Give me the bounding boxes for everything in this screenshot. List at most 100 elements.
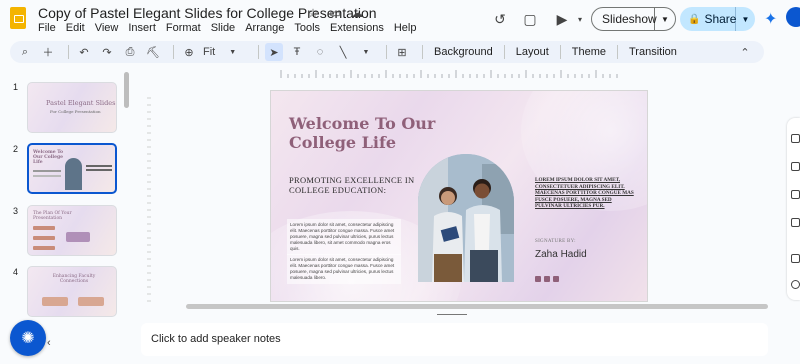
- comments-icon[interactable]: ▢: [519, 8, 541, 30]
- divider: [68, 45, 69, 59]
- slide-title[interactable]: Welcome To Our College Life: [289, 114, 459, 152]
- thumb-box: [42, 297, 68, 306]
- transition-button[interactable]: Transition: [629, 46, 677, 58]
- shape-icon[interactable]: ◌: [311, 43, 329, 61]
- slide-number: 2: [13, 144, 19, 154]
- facebook-icon: [535, 276, 541, 282]
- cloud-status-icon[interactable]: ☁: [350, 6, 364, 20]
- share-button[interactable]: 🔒 Share ▼: [680, 7, 755, 31]
- text-box-icon[interactable]: Ŧ: [288, 43, 306, 61]
- slideshow-button[interactable]: Slideshow ▼: [591, 7, 676, 31]
- contacts-icon[interactable]: [791, 218, 800, 227]
- layout-button[interactable]: Layout: [516, 46, 549, 58]
- lock-icon: 🔒: [688, 13, 701, 25]
- select-tool-icon[interactable]: ➤: [265, 43, 283, 61]
- speaker-notes-placeholder: Click to add speaker notes: [151, 333, 281, 345]
- thumb-bullet: [33, 236, 55, 240]
- slide-subtitle[interactable]: PROMOTING EXCELLENCE IN COLLEGE EDUCATIO…: [289, 175, 419, 195]
- zoom-select[interactable]: Fit ▼: [203, 43, 247, 61]
- new-slide-icon[interactable]: ＋: [39, 43, 57, 61]
- slide-paragraph-1[interactable]: Lorem ipsum dolor sit amet, consectetur …: [287, 219, 401, 255]
- move-folder-icon[interactable]: ▭: [328, 6, 342, 20]
- signature-label[interactable]: SIGNATURE BY:: [535, 239, 576, 244]
- thumb-text-line: [86, 169, 112, 171]
- search-menus-icon[interactable]: ⌕: [16, 43, 34, 61]
- slide-number: 3: [13, 206, 19, 216]
- calendar-icon[interactable]: [791, 134, 800, 143]
- avatar[interactable]: [786, 7, 800, 27]
- thumb-title: Enhancing Faculty Connections: [52, 274, 96, 284]
- slide-thumbnail-2[interactable]: Welcome To Our College Life: [27, 143, 117, 194]
- paint-format-icon[interactable]: ⛏: [144, 43, 162, 61]
- menu-bar: File Edit View Insert Format Slide Arran…: [38, 22, 416, 34]
- notes-resize-handle[interactable]: [437, 314, 467, 315]
- divider: [503, 45, 505, 59]
- social-icons: [535, 276, 559, 282]
- history-icon[interactable]: ↺: [489, 8, 511, 30]
- slideshow-label[interactable]: Slideshow: [592, 8, 657, 30]
- chevron-down-icon: ▼: [229, 48, 237, 56]
- undo-icon[interactable]: ↶: [75, 43, 93, 61]
- print-icon[interactable]: ⎙: [121, 43, 139, 61]
- menu-format[interactable]: Format: [166, 22, 201, 34]
- menu-extensions[interactable]: Extensions: [330, 22, 384, 34]
- share-dropdown-icon[interactable]: ▼: [736, 15, 755, 24]
- signature-name[interactable]: Zaha Hadid: [535, 249, 587, 260]
- menu-arrange[interactable]: Arrange: [245, 22, 284, 34]
- twitter-icon: [553, 276, 559, 282]
- star-icon[interactable]: ☆: [306, 6, 320, 20]
- collapse-toolbar-icon[interactable]: ⌃: [736, 43, 754, 61]
- keep-icon[interactable]: [791, 162, 800, 171]
- slide-paragraph-2[interactable]: Lorem ipsum dolor sit amet, consectetur …: [287, 254, 401, 284]
- redo-icon[interactable]: ↷: [98, 43, 116, 61]
- speaker-notes[interactable]: Click to add speaker notes: [141, 323, 768, 356]
- add-on-icon[interactable]: [791, 280, 800, 289]
- slide-right-text[interactable]: LOREM IPSUM DOLOR SIT AMET, CONSECTETUER…: [535, 177, 635, 210]
- line-icon[interactable]: ╲: [334, 43, 352, 61]
- menu-tools[interactable]: Tools: [294, 22, 320, 34]
- slide-filmstrip: 1 Pastel Elegant Slides For College Pres…: [0, 68, 130, 364]
- slide-canvas[interactable]: Welcome To Our College Life PROMOTING EX…: [271, 91, 647, 301]
- zoom-value: Fit: [203, 46, 216, 58]
- menu-file[interactable]: File: [38, 22, 56, 34]
- maps-icon[interactable]: [791, 254, 800, 263]
- menu-edit[interactable]: Edit: [66, 22, 85, 34]
- thumb-box: [66, 232, 90, 242]
- meet-dropdown-icon[interactable]: ▾: [569, 8, 591, 30]
- collapse-panel-icon[interactable]: ‹: [47, 337, 51, 349]
- menu-slide[interactable]: Slide: [211, 22, 235, 34]
- explore-button[interactable]: ✺: [10, 320, 46, 356]
- tasks-icon[interactable]: [791, 190, 800, 199]
- sparkle-icon: ✺: [21, 330, 35, 347]
- divider: [258, 45, 259, 59]
- menu-insert[interactable]: Insert: [128, 22, 156, 34]
- thumb-title: Pastel Elegant Slides: [46, 99, 116, 107]
- toolbar: ⌕ ＋ ↶ ↷ ⎙ ⛏ ⊕ Fit ▼ ➤ Ŧ ◌ ╲ ▼ ⊞ Backgroun…: [10, 41, 764, 63]
- menu-help[interactable]: Help: [394, 22, 417, 34]
- side-panel: [787, 118, 800, 300]
- filmstrip-scrollbar[interactable]: [124, 72, 129, 108]
- slide-thumbnail-4[interactable]: Enhancing Faculty Connections: [27, 266, 117, 317]
- gemini-icon[interactable]: ✦: [764, 9, 777, 29]
- thumb-text-line: [33, 170, 61, 172]
- background-button[interactable]: Background: [434, 46, 493, 58]
- thumb-photo: [65, 158, 82, 190]
- slide-thumbnail-3[interactable]: The Plan Of Your Presentation: [27, 205, 117, 256]
- instagram-icon: [544, 276, 550, 282]
- zoom-icon[interactable]: ⊕: [180, 43, 198, 61]
- slideshow-dropdown-icon[interactable]: ▼: [655, 15, 675, 24]
- share-label: Share: [704, 12, 737, 26]
- students-photo[interactable]: [418, 154, 514, 282]
- thumb-title: Welcome To Our College Life: [33, 150, 64, 165]
- horizontal-scrollbar[interactable]: [186, 304, 768, 309]
- slide-number: 1: [13, 82, 19, 92]
- add-comment-icon[interactable]: ⊞: [393, 43, 411, 61]
- theme-button[interactable]: Theme: [572, 46, 606, 58]
- slide-number: 4: [13, 267, 19, 277]
- slide-thumbnail-1[interactable]: Pastel Elegant Slides For College Presen…: [27, 82, 117, 133]
- thumb-bullet: [33, 246, 55, 250]
- share-main[interactable]: 🔒 Share: [680, 7, 736, 31]
- slides-logo-icon[interactable]: [10, 7, 26, 29]
- menu-view[interactable]: View: [95, 22, 119, 34]
- line-dropdown-icon[interactable]: ▼: [357, 43, 375, 61]
